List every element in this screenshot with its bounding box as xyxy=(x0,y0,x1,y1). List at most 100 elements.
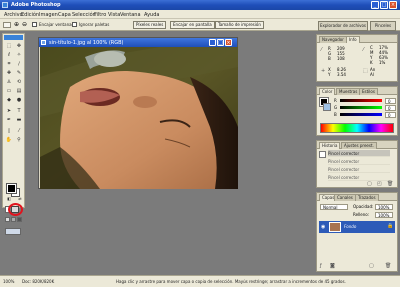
tab-actions[interactable]: Ajustes preest. xyxy=(341,142,377,149)
layer-mask-icon[interactable]: ◙ xyxy=(330,263,335,269)
layers-panel: Capas Canales Trazados Normal Opacidad: … xyxy=(316,192,398,272)
swap-colors-icon[interactable]: ⇄ xyxy=(16,195,24,203)
dodge-tool-icon[interactable]: ● xyxy=(15,96,23,104)
close-button[interactable]: × xyxy=(389,1,397,9)
slider-track-r[interactable] xyxy=(340,99,382,102)
color-panel-bg-swatch[interactable] xyxy=(323,103,331,111)
zoom-out-icon[interactable]: ⊖ xyxy=(22,21,27,28)
hand-tool-icon[interactable]: ✋ xyxy=(5,136,13,144)
screen-mode-full-menu-icon[interactable] xyxy=(11,217,16,222)
zoom-tool-preset[interactable] xyxy=(3,22,11,28)
menu-view[interactable]: Vista xyxy=(108,12,120,18)
app-title: Adobe Photoshop xyxy=(11,2,61,8)
history-item[interactable]: Pincel corrector xyxy=(328,158,390,165)
history-item[interactable]: Pincel corrector xyxy=(328,174,390,181)
actual-pixels-button[interactable]: Píxeles reales xyxy=(133,21,167,29)
eyedropper-tool-icon[interactable]: ⁄ xyxy=(15,127,23,135)
history-item[interactable]: Pincel corrector xyxy=(328,150,390,157)
screen-mode-full-icon[interactable] xyxy=(17,217,22,222)
tab-swatches[interactable]: Muestras xyxy=(336,88,361,95)
menu-edit[interactable]: Edición xyxy=(21,12,39,18)
screen-mode-standard-icon[interactable] xyxy=(5,217,10,222)
layer-style-icon[interactable]: ƒ xyxy=(320,263,322,269)
shape-tool-icon[interactable]: ▬ xyxy=(15,116,23,124)
slider-track-g[interactable] xyxy=(340,106,382,109)
blur-tool-icon[interactable]: ◆ xyxy=(5,96,13,104)
tab-color[interactable]: Color xyxy=(319,88,336,95)
maximize-button[interactable]: □ xyxy=(380,1,388,9)
slider-input-g[interactable]: 0 xyxy=(385,105,396,111)
menu-bar: Archivo Edición Imagen Capa Selección Fi… xyxy=(0,10,400,19)
brushes-tab[interactable]: Pinceles xyxy=(370,21,396,31)
tab-navigator[interactable]: Navegador xyxy=(319,36,347,43)
pen-tool-icon[interactable]: ✒ xyxy=(5,116,13,124)
fit-on-screen-button[interactable]: Encajar en pantalla xyxy=(170,21,215,29)
menu-filter[interactable]: Filtro xyxy=(94,12,106,18)
tab-history[interactable]: Historia xyxy=(319,142,341,149)
menu-image[interactable]: Imagen xyxy=(39,12,58,18)
slider-track-b[interactable] xyxy=(340,113,382,116)
tab-paths[interactable]: Trazados xyxy=(355,194,379,201)
doc-maximize-button[interactable]: □ xyxy=(217,39,224,46)
file-browser-tab[interactable]: Explorador de archivos xyxy=(318,21,368,31)
new-snapshot-icon[interactable]: ◰ xyxy=(377,181,382,187)
default-colors-icon[interactable]: ◧ xyxy=(5,195,13,203)
jump-to-imageready-icon[interactable] xyxy=(5,228,21,235)
document-titlebar: sin-título-1.jpg al 100% (RGB) _ □ × xyxy=(39,38,237,47)
gradient-tool-icon[interactable]: ▤ xyxy=(15,87,23,95)
delete-layer-icon[interactable]: 🗑 xyxy=(385,263,391,269)
slice-tool-icon[interactable]: ∕ xyxy=(15,60,23,68)
doc-close-button[interactable]: × xyxy=(225,39,232,46)
tab-info[interactable]: Info xyxy=(346,36,360,43)
brush-tool-icon[interactable]: ✎ xyxy=(15,69,23,77)
new-layer-icon[interactable]: ▢ xyxy=(369,263,374,269)
selection-size-icon: ⬚ xyxy=(363,68,368,74)
trash-icon[interactable]: 🗑 xyxy=(387,181,393,187)
ignore-palettes-checkbox[interactable] xyxy=(72,22,77,27)
eraser-tool-icon[interactable]: ▭ xyxy=(5,87,13,95)
menu-select[interactable]: Selección xyxy=(72,12,96,18)
info-label-y-coord: Y xyxy=(328,72,331,77)
crop-tool-icon[interactable]: ⌗ xyxy=(5,60,13,68)
blend-mode-select[interactable]: Normal xyxy=(320,204,348,210)
path-selection-tool-icon[interactable]: ➤ xyxy=(5,107,13,115)
move-tool-icon[interactable]: ✥ xyxy=(15,42,23,50)
history-item[interactable]: Pincel corrector xyxy=(328,166,390,173)
resize-windows-checkbox[interactable] xyxy=(32,22,37,27)
slider-input-b[interactable]: 0 xyxy=(385,112,396,118)
document-icon xyxy=(41,40,46,45)
history-snapshot-checkbox[interactable] xyxy=(319,151,326,158)
doc-minimize-button[interactable]: _ xyxy=(209,39,216,46)
opacity-input[interactable]: 100% xyxy=(375,204,393,210)
notes-tool-icon[interactable]: ▯ xyxy=(5,127,13,135)
info-value-k: 1% xyxy=(379,60,386,65)
layer-row[interactable]: ◉ Fondo 🔒 xyxy=(319,221,395,233)
tab-styles[interactable]: Estilos xyxy=(359,88,378,95)
history-panel-tabs: Historia Ajustes preest. xyxy=(317,141,397,149)
zoom-tool-icon[interactable]: ⚲ xyxy=(15,136,23,144)
zoom-readout[interactable]: 100% xyxy=(3,279,14,284)
eye-icon[interactable]: ◉ xyxy=(321,224,325,230)
clone-stamp-tool-icon[interactable]: ♙ xyxy=(5,78,13,86)
tab-channels[interactable]: Canales xyxy=(334,194,356,201)
new-document-icon[interactable]: ▢ xyxy=(367,181,372,187)
color-ramp[interactable] xyxy=(320,123,394,133)
healing-brush-tool-icon[interactable]: ✚ xyxy=(5,69,13,77)
lasso-tool-icon[interactable]: ℓ xyxy=(5,51,13,59)
history-brush-tool-icon[interactable]: ⟲ xyxy=(15,78,23,86)
menu-help[interactable]: Ayuda xyxy=(144,12,159,18)
menu-window[interactable]: Ventana xyxy=(120,12,141,18)
doc-size-readout[interactable]: Doc: 820K/820K xyxy=(22,279,54,284)
print-size-button[interactable]: Tamaño de impresión xyxy=(215,21,264,29)
menu-file[interactable]: Archivo xyxy=(4,12,23,18)
document-canvas[interactable] xyxy=(40,47,238,189)
zoom-in-icon[interactable]: ⊕ xyxy=(14,21,19,28)
minimize-button[interactable]: _ xyxy=(371,1,379,9)
type-tool-icon[interactable]: T xyxy=(15,107,23,115)
menu-layer[interactable]: Capa xyxy=(58,12,71,18)
slider-input-r[interactable]: 0 xyxy=(385,98,396,104)
foreground-color-swatch[interactable] xyxy=(6,183,17,194)
fill-input[interactable]: 100% xyxy=(375,212,393,218)
marquee-tool-icon[interactable]: ⬚ xyxy=(5,42,13,50)
magic-wand-tool-icon[interactable]: ✧ xyxy=(15,51,23,59)
